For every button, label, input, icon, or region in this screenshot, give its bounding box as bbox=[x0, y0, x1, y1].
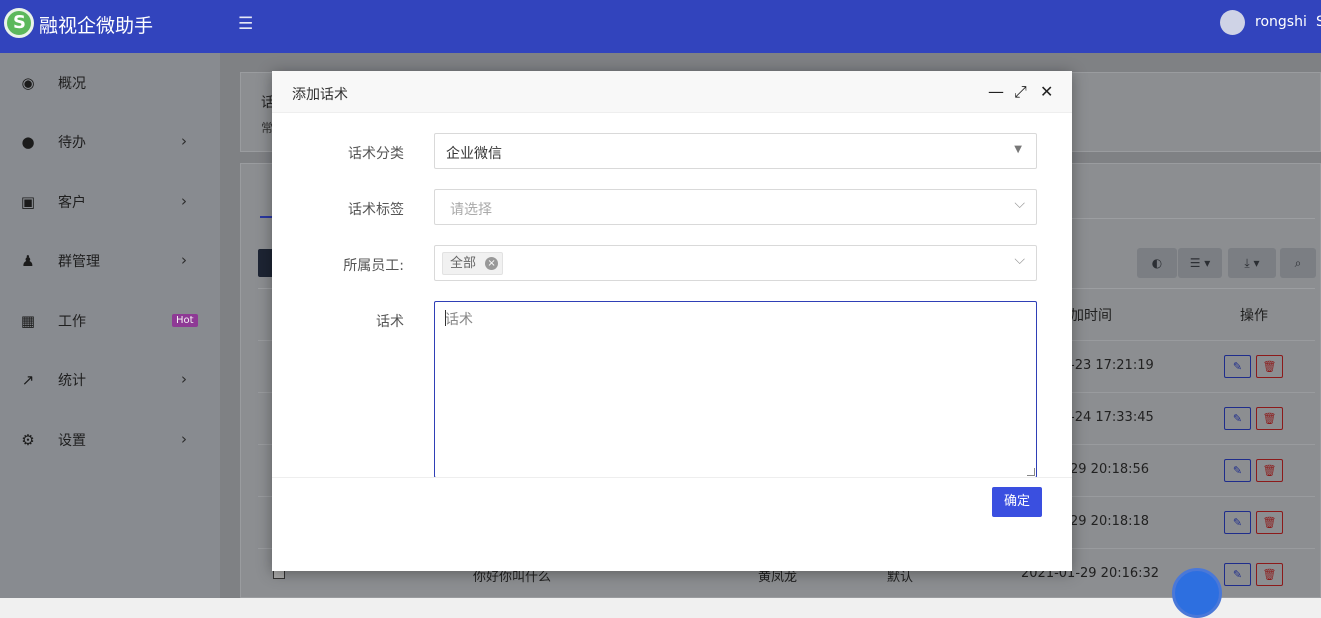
sidebar-item-customers[interactable]: ▣ 客户 › bbox=[0, 182, 220, 222]
sidebar-item-work[interactable]: ▦ 工作 Hot bbox=[0, 301, 220, 341]
category-label: 话术分类 bbox=[348, 146, 404, 162]
sidebar-item-todo[interactable]: ● 待办 › bbox=[0, 122, 220, 162]
staff-select[interactable]: 全部 × ⌵ bbox=[434, 245, 1037, 281]
avatar[interactable] bbox=[1220, 10, 1245, 35]
minimize-icon[interactable]: — bbox=[988, 82, 1004, 101]
remove-tag-icon[interactable]: × bbox=[485, 257, 499, 270]
chevron-right-icon: › bbox=[181, 370, 187, 388]
sidebar-item-label: 概况 bbox=[58, 76, 86, 92]
content-textarea[interactable]: 话术 bbox=[434, 301, 1037, 478]
chevron-right-icon: › bbox=[181, 251, 187, 269]
edit-icon[interactable]: ✎ bbox=[1224, 511, 1251, 534]
edit-icon[interactable]: ✎ bbox=[1224, 407, 1251, 430]
edit-icon[interactable]: ✎ bbox=[1224, 563, 1251, 586]
top-bar: 融视企微助手 ☰ rongshi S bbox=[0, 0, 1321, 53]
sidebar-item-label: 待办 bbox=[58, 135, 86, 151]
staff-tag: 全部 × bbox=[442, 252, 504, 275]
menu-toggle-icon[interactable]: ☰ bbox=[238, 14, 253, 34]
content-placeholder: 话术 bbox=[445, 312, 473, 328]
delete-icon[interactable]: 🗑 bbox=[1256, 511, 1283, 534]
tag-select[interactable]: 请选择 ⌵ bbox=[434, 189, 1037, 225]
tab-divider bbox=[1072, 218, 1315, 219]
gear-icon: ⚙ bbox=[21, 431, 35, 449]
column-header-time: 加时间 bbox=[1070, 308, 1112, 324]
chevron-down-icon: ⌵ bbox=[1014, 252, 1025, 268]
tag-placeholder: 请选择 bbox=[450, 202, 492, 218]
compass-icon: ● bbox=[21, 133, 35, 151]
logo-icon bbox=[4, 8, 34, 38]
delete-icon[interactable]: 🗑 bbox=[1256, 459, 1283, 482]
sidebar-item-label: 工作 bbox=[58, 314, 86, 330]
maximize-icon[interactable]: ⤢ bbox=[1014, 82, 1027, 102]
id-card-icon: ▣ bbox=[20, 193, 36, 211]
sidebar: ◉ 概况 ● 待办 › ▣ 客户 › ♟ 群管理 › ▦ 工作 Hot ↗ 统计… bbox=[0, 53, 220, 598]
sidebar-item-label: 设置 bbox=[58, 433, 86, 449]
tag-label: 话术标签 bbox=[348, 202, 404, 218]
caret-down-icon: ▼ bbox=[1014, 144, 1022, 155]
row-time: 29 20:18:56 bbox=[1070, 462, 1150, 477]
edit-icon[interactable]: ✎ bbox=[1224, 355, 1251, 378]
row-time: 29 20:18:18 bbox=[1070, 514, 1150, 529]
category-value: 企业微信 bbox=[446, 146, 502, 162]
sidebar-item-stats[interactable]: ↗ 统计 › bbox=[0, 360, 220, 400]
delete-icon[interactable]: 🗑 bbox=[1256, 407, 1283, 430]
sidebar-item-settings[interactable]: ⚙ 设置 › bbox=[0, 420, 220, 460]
floating-helper-button[interactable] bbox=[1172, 568, 1222, 618]
grid-icon: ▦ bbox=[20, 312, 36, 330]
sidebar-item-label: 统计 bbox=[58, 373, 86, 389]
confirm-button[interactable]: 确定 bbox=[992, 487, 1042, 517]
search-button[interactable]: ⌕ bbox=[1280, 248, 1316, 278]
row-time: -23 17:21:19 bbox=[1070, 358, 1154, 373]
dialog-header: 添加话术 — ⤢ ✕ bbox=[272, 71, 1072, 113]
columns-button[interactable]: ☰ ▾ bbox=[1178, 248, 1222, 278]
app-brand: 融视企微助手 bbox=[39, 15, 154, 37]
text-cursor bbox=[445, 310, 446, 326]
add-script-dialog: 添加话术 — ⤢ ✕ 话术分类 企业微信 ▼ 话术标签 请选择 ⌵ 所属员工: … bbox=[272, 71, 1072, 571]
staff-label: 所属员工: bbox=[343, 258, 404, 274]
chevron-right-icon: › bbox=[181, 430, 187, 448]
sidebar-item-label: 客户 bbox=[58, 195, 86, 211]
delete-icon[interactable]: 🗑 bbox=[1256, 563, 1283, 586]
sidebar-item-overview[interactable]: ◉ 概况 bbox=[0, 63, 220, 103]
edit-icon[interactable]: ✎ bbox=[1224, 459, 1251, 482]
sidebar-item-groups[interactable]: ♟ 群管理 › bbox=[0, 241, 220, 281]
resize-handle[interactable] bbox=[1027, 468, 1035, 476]
active-tab-indicator bbox=[260, 216, 272, 218]
chevron-right-icon: › bbox=[181, 192, 187, 210]
line-chart-icon: ↗ bbox=[21, 371, 35, 389]
dashboard-icon: ◉ bbox=[21, 74, 35, 92]
dialog-footer-divider bbox=[272, 477, 1072, 478]
delete-icon[interactable]: 🗑 bbox=[1256, 355, 1283, 378]
close-icon[interactable]: ✕ bbox=[1040, 82, 1053, 101]
column-header-actions: 操作 bbox=[1240, 308, 1268, 324]
export-button[interactable]: ⤓ ▾ bbox=[1228, 248, 1276, 278]
chevron-right-icon: › bbox=[181, 132, 187, 150]
hot-badge: Hot bbox=[172, 314, 198, 327]
category-select[interactable]: 企业微信 ▼ bbox=[434, 133, 1037, 169]
dialog-title: 添加话术 bbox=[292, 87, 348, 103]
staff-tag-label: 全部 bbox=[450, 256, 477, 271]
sidebar-item-label: 群管理 bbox=[58, 254, 100, 270]
chevron-down-icon: ⌵ bbox=[1014, 196, 1025, 212]
content-label: 话术 bbox=[376, 314, 404, 330]
users-icon: ♟ bbox=[21, 252, 35, 270]
edge-glyph: S bbox=[1316, 14, 1321, 30]
row-time: -24 17:33:45 bbox=[1070, 410, 1154, 425]
username[interactable]: rongshi bbox=[1255, 14, 1307, 30]
toggle-view-button[interactable]: ◐ bbox=[1137, 248, 1177, 278]
